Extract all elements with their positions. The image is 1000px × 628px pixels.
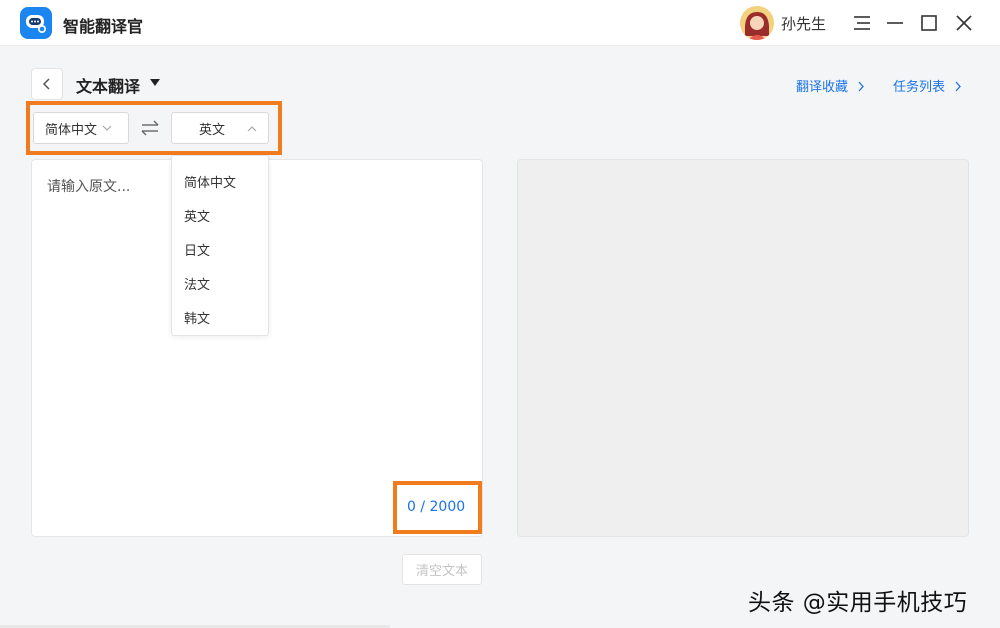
avatar[interactable] <box>740 6 774 40</box>
username[interactable]: 孙先生 <box>781 13 826 34</box>
counter-highlight-box <box>393 481 482 534</box>
minimize-icon[interactable] <box>883 11 907 35</box>
page-title[interactable]: 文本翻译 <box>76 73 140 97</box>
dropdown-option-english[interactable]: 英文 <box>184 206 210 225</box>
task-list-link-label: 任务列表 <box>893 80 946 95</box>
back-button[interactable] <box>31 68 63 100</box>
dropdown-option-korean[interactable]: 韩文 <box>184 308 210 327</box>
app-logo-icon <box>20 7 52 39</box>
favorites-link[interactable]: 翻译收藏 <box>796 76 866 95</box>
dropdown-option-simplified-chinese[interactable]: 简体中文 <box>184 172 236 191</box>
app-title: 智能翻译官 <box>63 17 144 36</box>
close-icon[interactable] <box>952 11 976 35</box>
watermark: 头条 @实用手机技巧 <box>748 590 968 616</box>
dropdown-option-french[interactable]: 法文 <box>184 274 210 293</box>
translation-output-area <box>517 159 969 537</box>
caret-down-icon[interactable] <box>150 79 160 86</box>
maximize-icon[interactable] <box>917 11 941 35</box>
source-input-placeholder: 请输入原文... <box>47 179 131 195</box>
target-language-dropdown: 简体中文 英文 日文 法文 韩文 <box>171 155 269 336</box>
menu-icon[interactable] <box>850 11 874 35</box>
favorites-link-label: 翻译收藏 <box>796 80 849 95</box>
language-highlight-box <box>26 101 282 155</box>
dropdown-option-japanese[interactable]: 日文 <box>184 240 210 259</box>
chevron-right-icon <box>858 81 865 92</box>
clear-text-button[interactable]: 清空文本 <box>402 554 482 585</box>
title-bar: 智能翻译官 孙先生 <box>0 0 1000 46</box>
chevron-right-icon <box>955 81 962 92</box>
task-list-link[interactable]: 任务列表 <box>893 76 963 95</box>
chevron-left-icon <box>42 78 50 90</box>
